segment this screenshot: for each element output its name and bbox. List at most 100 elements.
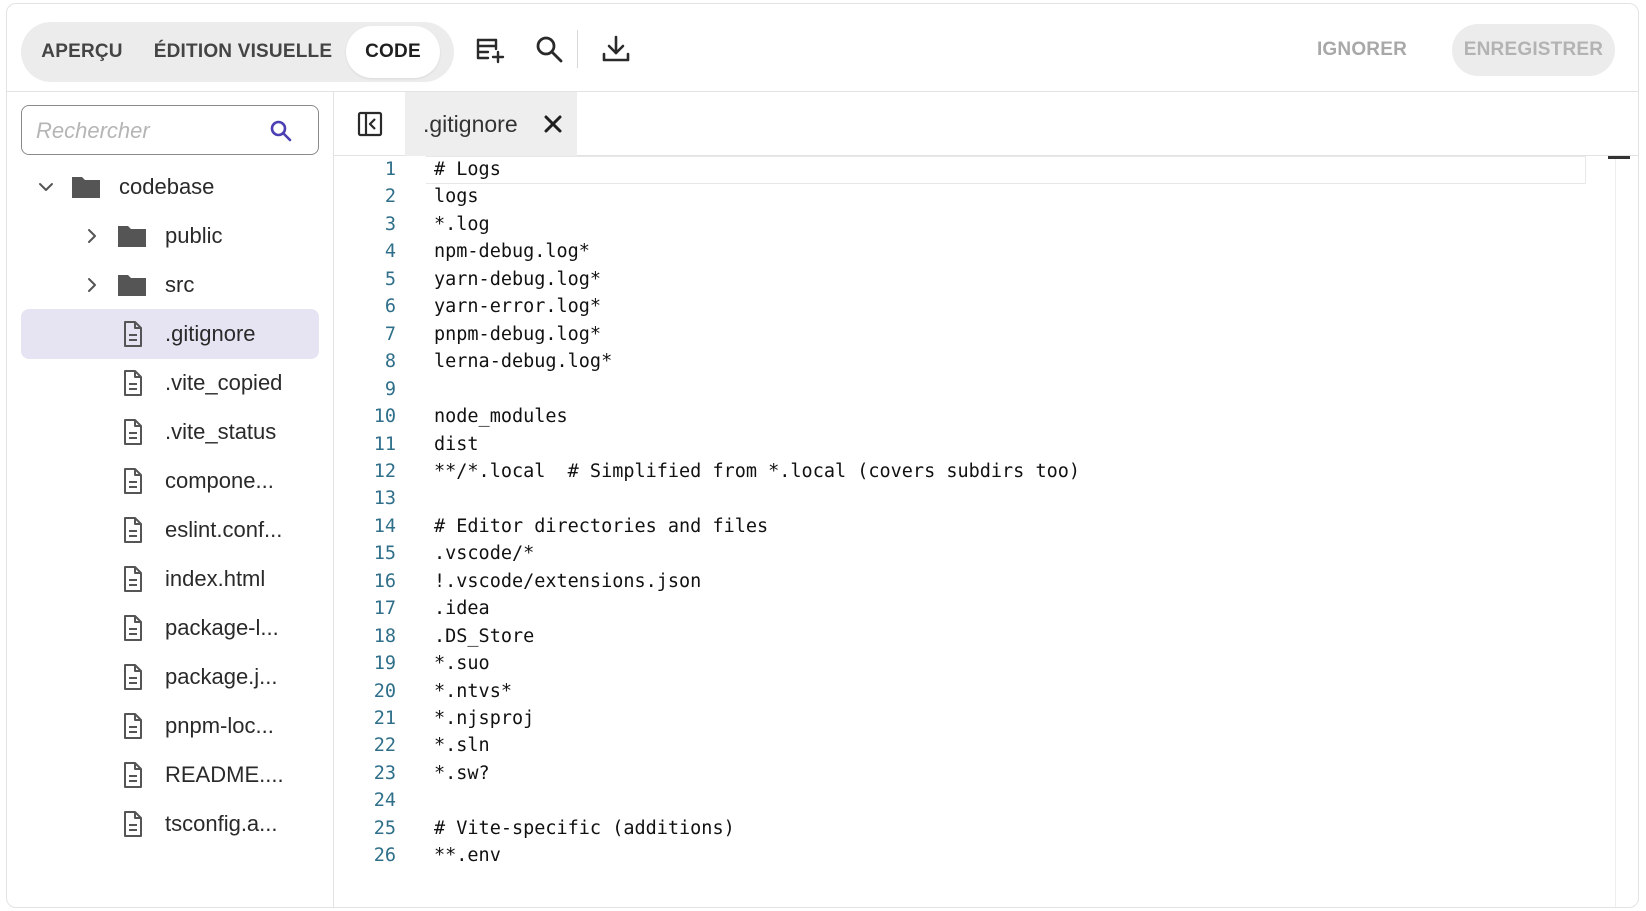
code-text[interactable]: *.ntvs*	[434, 678, 512, 707]
file-icon	[124, 664, 142, 690]
tree-file[interactable]: compone...	[21, 456, 319, 506]
line-number: 16	[373, 570, 396, 592]
tab-gitignore[interactable]: .gitignore	[405, 92, 577, 156]
code-line: 4 npm-debug.log*	[334, 238, 1614, 267]
tree-item-label: .vite_status	[165, 419, 277, 444]
chevron-down-icon[interactable]	[37, 178, 55, 196]
code-line: 20 *.ntvs*	[334, 678, 1614, 707]
code-text[interactable]: !.vscode/extensions.json	[434, 568, 701, 597]
file-icon	[124, 615, 142, 641]
tree-file[interactable]: package-l...	[21, 603, 319, 653]
tree-file[interactable]: eslint.conf...	[21, 505, 319, 555]
tab-code[interactable]: CODE	[346, 26, 440, 78]
line-number: 4	[384, 241, 396, 263]
code-line: 10 node_modules	[334, 403, 1614, 432]
code-editor[interactable]: 1 # Logs 2 logs 3 *.log 4 npm-debug.log* 5 yarn-d…	[334, 156, 1638, 907]
code-text[interactable]: # Editor directories and files	[434, 513, 768, 542]
code-line: 19 *.suo	[334, 650, 1614, 679]
tree-file[interactable]: .vite_copied	[21, 358, 319, 408]
tree-file[interactable]: tsconfig.a...	[21, 799, 319, 849]
tree-file[interactable]: pnpm-loc...	[21, 701, 319, 751]
code-text[interactable]: *.sln	[434, 732, 490, 761]
current-line-highlight	[426, 156, 1586, 184]
code-text[interactable]: *.sw?	[434, 760, 490, 789]
toggle-sidebar-icon[interactable]	[356, 110, 384, 138]
code-line: 25 # Vite-specific (additions)	[334, 815, 1614, 844]
code-text[interactable]: npm-debug.log*	[434, 238, 590, 267]
tree-item-label: pnpm-loc...	[165, 713, 274, 738]
code-line: 17 .idea	[334, 595, 1614, 624]
code-text[interactable]: .idea	[434, 595, 490, 624]
tab-visual-edit[interactable]: ÉDITION VISUELLE	[148, 26, 338, 78]
tree-folder[interactable]: public	[21, 211, 319, 261]
download-icon[interactable]	[598, 32, 634, 68]
line-number: 2	[384, 186, 396, 208]
tree-item-label: .vite_copied	[165, 370, 283, 395]
tree-file[interactable]: package.j...	[21, 652, 319, 702]
code-text[interactable]: logs	[434, 183, 479, 212]
scrollbar-track[interactable]	[1615, 156, 1616, 907]
code-text[interactable]: # Logs	[434, 156, 501, 185]
tree-file[interactable]: .vite_status	[21, 407, 319, 457]
code-line: 18 .DS_Store	[334, 623, 1614, 652]
code-text[interactable]: lerna-debug.log*	[434, 348, 612, 377]
toolbar: APERÇU ÉDITION VISUELLE CODE IGNORER ENR…	[7, 4, 1638, 92]
code-text[interactable]: yarn-error.log*	[434, 293, 601, 322]
tree-item-label: index.html	[165, 566, 266, 591]
line-number: 11	[373, 433, 396, 455]
tree-item-label: codebase	[119, 174, 215, 199]
line-number: 5	[384, 268, 396, 290]
code-line: 3 *.log	[334, 211, 1614, 240]
ignore-button[interactable]: IGNORER	[1297, 24, 1427, 76]
code-text[interactable]: dist	[434, 431, 479, 460]
code-line: 12 **/*.local # Simplified from *.local (…	[334, 458, 1614, 487]
file-icon	[124, 762, 142, 788]
tree-item-label: package-l...	[165, 615, 279, 640]
tree-folder[interactable]: codebase	[21, 162, 319, 212]
search-input[interactable]	[34, 112, 268, 150]
search-icon[interactable]	[532, 32, 568, 68]
folder-icon	[72, 177, 100, 198]
code-text[interactable]: yarn-debug.log*	[434, 266, 601, 295]
tree-item-label: compone...	[165, 468, 274, 493]
code-text[interactable]: .DS_Store	[434, 623, 534, 652]
code-text[interactable]: **/*.local # Simplified from *.local (co…	[434, 458, 1080, 487]
chevron-right-icon[interactable]	[83, 276, 101, 294]
code-line: 8 lerna-debug.log*	[334, 348, 1614, 377]
code-text[interactable]: **.env	[434, 842, 501, 871]
line-number: 25	[373, 817, 396, 839]
line-number: 19	[373, 653, 396, 675]
code-text[interactable]: *.log	[434, 211, 490, 240]
chevron-right-icon[interactable]	[83, 227, 101, 245]
line-number: 17	[373, 598, 396, 620]
tab-preview[interactable]: APERÇU	[25, 26, 139, 78]
close-icon[interactable]	[543, 114, 563, 134]
tree-item-label: package.j...	[165, 664, 278, 689]
code-text[interactable]: # Vite-specific (additions)	[434, 815, 735, 844]
line-number: 7	[384, 323, 396, 345]
search-icon[interactable]	[268, 118, 294, 144]
view-mode-switcher: APERÇU ÉDITION VISUELLE CODE	[21, 22, 454, 82]
code-text[interactable]: pnpm-debug.log*	[434, 321, 601, 350]
new-file-icon[interactable]	[473, 32, 509, 68]
code-text[interactable]: node_modules	[434, 403, 568, 432]
tree-file[interactable]: .gitignore	[21, 309, 319, 359]
code-line: 14 # Editor directories and files	[334, 513, 1614, 542]
line-number: 1	[384, 159, 396, 180]
save-button[interactable]: ENREGISTRER	[1452, 24, 1615, 76]
code-text[interactable]: *.njsproj	[434, 705, 534, 734]
tree-folder[interactable]: src	[21, 260, 319, 310]
code-line: 11 dist	[334, 431, 1614, 460]
tree-item-label: src	[165, 272, 195, 297]
line-number: 24	[373, 790, 396, 812]
tree-file[interactable]: README....	[21, 750, 319, 800]
file-icon	[124, 811, 142, 837]
code-text[interactable]: .vscode/*	[434, 540, 534, 569]
line-number: 8	[384, 351, 396, 373]
code-text[interactable]: *.suo	[434, 650, 490, 679]
line-number: 26	[373, 845, 396, 867]
code-line: 5 yarn-debug.log*	[334, 266, 1614, 295]
line-number: 22	[373, 735, 396, 757]
tree-file[interactable]: index.html	[21, 554, 319, 604]
code-line: 22 *.sln	[334, 732, 1614, 761]
